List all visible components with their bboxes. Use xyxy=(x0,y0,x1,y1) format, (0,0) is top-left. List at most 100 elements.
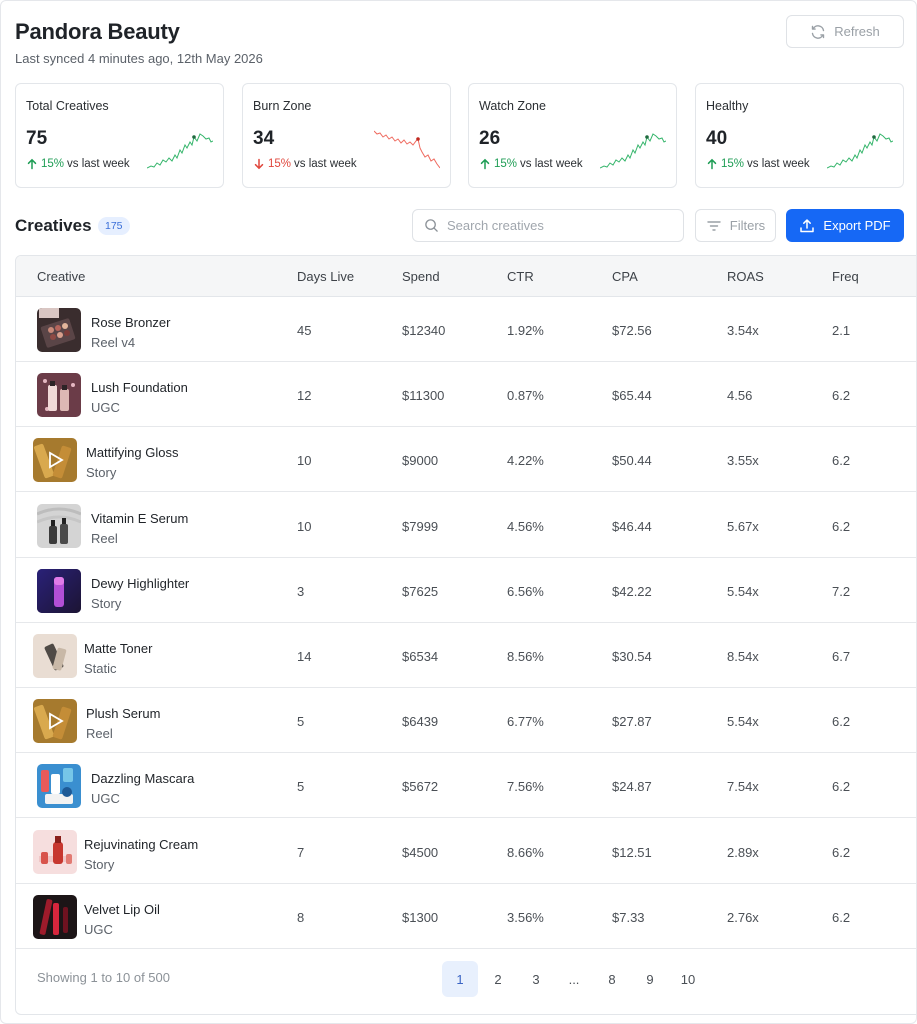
ctr-cell: 8.56% xyxy=(507,649,544,664)
toner-thumbnail xyxy=(33,634,77,678)
spend-cell: $12340 xyxy=(402,323,446,338)
roas-cell: 2.76x xyxy=(727,909,759,925)
stat-card-total-creatives: Total Creatives 75 15% vs last week xyxy=(15,83,224,188)
spend-cell: $9000 xyxy=(402,453,439,469)
freq-cell: 6.2 xyxy=(832,453,851,469)
column-header-days-live[interactable]: Days Live xyxy=(297,269,354,284)
column-header-cpa[interactable]: CPA xyxy=(612,269,638,284)
column-header-roas[interactable]: ROAS xyxy=(727,269,764,284)
ctr-cell: 6.56% xyxy=(507,583,544,599)
stat-delta-percent: 15% xyxy=(494,158,518,170)
spend-cell: $7625 xyxy=(402,583,439,599)
page-button[interactable]: 1 xyxy=(442,961,478,997)
pagination-ellipsis: ... xyxy=(568,971,580,987)
page-button[interactable]: 3 xyxy=(518,961,554,997)
column-header-spend[interactable]: Spend xyxy=(402,269,440,284)
stat-delta-percent: 15% xyxy=(41,158,65,170)
stat-value: 75 xyxy=(26,128,48,149)
ctr-cell: 7.56% xyxy=(507,779,544,795)
refresh-label: Refresh xyxy=(834,24,880,39)
export-pdf-button[interactable]: Export PDF xyxy=(786,209,904,242)
creative-type: UGC xyxy=(91,791,120,807)
spend-cell: $6439 xyxy=(402,714,439,730)
trend-sparkline xyxy=(827,133,893,169)
refresh-icon xyxy=(810,24,826,40)
creative-name[interactable]: Mattifying Gloss xyxy=(86,445,178,460)
stat-label: Healthy xyxy=(706,99,749,113)
spend-cell: $11300 xyxy=(402,388,445,404)
stat-delta: 15% vs last week xyxy=(479,158,583,170)
freq-cell: 6.2 xyxy=(832,779,851,795)
cream-bottles-thumbnail xyxy=(33,829,77,874)
spend-cell: $7999 xyxy=(402,518,439,534)
roas-cell: 7.54x xyxy=(727,779,759,795)
roas-cell: 5.67x xyxy=(727,518,759,534)
column-header-creative[interactable]: Creative xyxy=(37,269,85,284)
search-input[interactable] xyxy=(447,218,667,233)
table-row[interactable]: Velvet Lip Oil UGC 8 $1300 3.56% $7.33 2.76x 6.… xyxy=(16,884,916,949)
trend-sparkline xyxy=(600,133,666,169)
count-badge: 175 xyxy=(98,217,130,235)
creative-name[interactable]: Velvet Lip Oil xyxy=(84,902,160,917)
section-title: Creatives xyxy=(15,216,92,235)
creative-type: Story xyxy=(84,856,115,872)
freq-cell: 6.2 xyxy=(832,844,851,860)
arrow-down-icon xyxy=(253,158,265,170)
freq-cell: 6.7 xyxy=(832,649,851,664)
arrow-up-icon xyxy=(26,158,38,170)
table-row[interactable]: Dewy Highlighter Story 3 $7625 6.56% $42.22 5.… xyxy=(16,558,916,623)
days-live-cell: 14 xyxy=(297,649,312,664)
table-row[interactable]: Rejuvinating Cream Story 7 $4500 8.66% $12.51… xyxy=(16,819,916,884)
page-button[interactable]: 10 xyxy=(670,961,706,997)
stat-delta-suffix: vs last week xyxy=(67,158,130,170)
ctr-cell: 4.56% xyxy=(507,518,544,534)
cpa-cell: $27.87 xyxy=(612,714,652,730)
stat-label: Total Creatives xyxy=(26,99,109,113)
cpa-cell: $12.51 xyxy=(612,844,652,860)
table-row[interactable]: Dazzling Mascara UGC 5 $5672 7.56% $24.87 7.54… xyxy=(16,753,916,819)
filters-button[interactable]: Filters xyxy=(695,209,776,242)
cpa-cell: $7.33 xyxy=(612,909,645,925)
page-button[interactable]: 2 xyxy=(480,961,516,997)
gloss-video-thumbnail xyxy=(33,438,77,483)
creative-name[interactable]: Lush Foundation xyxy=(91,380,188,395)
creative-name[interactable]: Rose Bronzer xyxy=(91,315,170,330)
stat-card-watch-zone: Watch Zone 26 15% vs last week xyxy=(468,83,677,188)
roas-cell: 2.89x xyxy=(727,844,759,860)
page-button[interactable]: 8 xyxy=(594,961,630,997)
creative-name[interactable]: Plush Serum xyxy=(86,706,160,721)
creative-name[interactable]: Rejuvinating Cream xyxy=(84,837,198,852)
freq-cell: 2.1 xyxy=(832,323,851,338)
table-row[interactable]: Rose Bronzer Reel v4 45 $12340 1.92% $72.56 3.… xyxy=(16,297,916,362)
spend-cell: $1300 xyxy=(402,909,439,925)
creative-type: Reel xyxy=(91,530,118,546)
makeup-palette-thumbnail xyxy=(37,308,81,352)
table-row[interactable]: Matte Toner Static 14 $6534 8.56% $30.54 8.54x… xyxy=(16,623,916,688)
ctr-cell: 0.87% xyxy=(507,388,544,404)
serum-video-thumbnail xyxy=(33,699,77,744)
days-live-cell: 7 xyxy=(297,844,305,860)
table-row[interactable]: Mattifying Gloss Story 10 $9000 4.22% $50.44 3… xyxy=(16,427,916,493)
refresh-button[interactable]: Refresh xyxy=(786,15,904,48)
roas-cell: 3.55x xyxy=(727,453,759,469)
stat-delta: 15% vs last week xyxy=(253,158,357,170)
table-row[interactable]: Plush Serum Reel 5 $6439 6.77% $27.87 5.54x 6.2 xyxy=(16,688,916,754)
search-box[interactable] xyxy=(412,209,684,242)
sync-status: Last synced 4 minutes ago, 12th May 2026 xyxy=(15,51,263,66)
table-row[interactable]: Lush Foundation UGC 12 $11300 0.87% $65.44 4.5… xyxy=(16,362,916,428)
creative-type: Reel xyxy=(86,726,113,742)
page-button[interactable]: 9 xyxy=(632,961,668,997)
days-live-cell: 10 xyxy=(297,518,312,534)
creative-name[interactable]: Matte Toner xyxy=(84,641,152,656)
spend-cell: $4500 xyxy=(402,844,439,860)
column-header-ctr[interactable]: CTR xyxy=(507,269,534,284)
column-header-freq[interactable]: Freq xyxy=(832,269,859,284)
creative-name[interactable]: Dazzling Mascara xyxy=(91,771,194,786)
table-row[interactable]: Vitamin E Serum Reel 10 $7999 4.56% $46.44 5.6… xyxy=(16,493,916,558)
days-live-cell: 8 xyxy=(297,909,305,925)
creative-name[interactable]: Dewy Highlighter xyxy=(91,576,189,591)
creative-type: UGC xyxy=(84,921,113,937)
cpa-cell: $65.44 xyxy=(612,388,652,404)
creative-name[interactable]: Vitamin E Serum xyxy=(91,511,188,526)
ctr-cell: 3.56% xyxy=(507,909,544,925)
